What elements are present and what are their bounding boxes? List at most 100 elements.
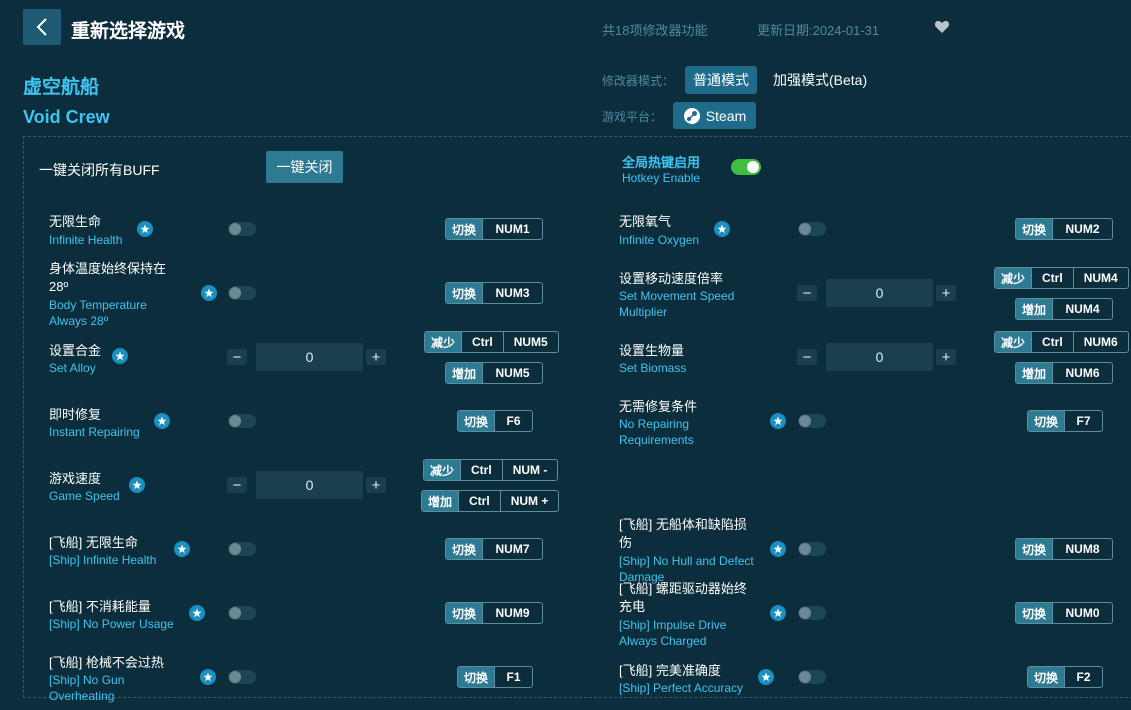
decrease-button[interactable]: − — [227, 477, 247, 494]
heart-icon[interactable] — [934, 19, 950, 35]
feature-label-cn: [飞船] 完美准确度 — [619, 663, 721, 678]
feature-label-cn: 身体温度始终保持在 — [49, 261, 167, 276]
increase-button[interactable]: + — [366, 349, 386, 366]
normal-mode-button[interactable]: 普通模式 — [685, 66, 757, 94]
hotkey-toggle-chip[interactable]: 切换 F6 — [457, 410, 534, 432]
hotkey-decrease-chip[interactable]: 减少 Ctrl NUM6 — [994, 331, 1129, 353]
feature-label-en: Infinite Oxygen — [619, 233, 700, 247]
feature-label-en: Multiplier — [619, 305, 668, 319]
star-icon[interactable] — [758, 669, 774, 685]
decrease-button[interactable]: − — [227, 349, 247, 366]
hotkey-increase-chip[interactable]: 增加 NUM4 — [1015, 298, 1114, 320]
mode-label: 修改器模式： — [602, 74, 675, 88]
key-label: F2 — [1064, 667, 1102, 687]
value-input[interactable]: 0 — [826, 279, 933, 307]
feature-label-en: Set Alloy — [49, 361, 96, 375]
increase-button[interactable]: + — [936, 285, 956, 302]
feature-label-en: Game Speed — [49, 489, 120, 503]
action-label: 切换 — [1028, 411, 1065, 431]
feature-toggle[interactable] — [798, 222, 826, 236]
feature-label-en: [Ship] Perfect Accuracy — [619, 681, 744, 695]
decrease-button[interactable]: − — [797, 349, 817, 366]
close-all-buff-button[interactable]: 一键关闭 — [266, 151, 343, 183]
action-label: 增加 — [1016, 299, 1053, 319]
feature-toggle[interactable] — [228, 606, 256, 620]
hotkey-toggle-chip[interactable]: 切换 F7 — [1027, 410, 1104, 432]
decrease-button[interactable]: − — [797, 285, 817, 302]
value-input[interactable]: 0 — [826, 343, 933, 371]
feature-label-cn: 设置生物量 — [619, 343, 685, 358]
key-label: NUM1 — [482, 219, 542, 239]
value-input[interactable]: 0 — [256, 471, 363, 499]
hotkey-toggle-chip[interactable]: 切换 NUM3 — [445, 282, 544, 304]
action-label: 减少 — [995, 332, 1032, 352]
hotkey-toggle-chip[interactable]: 切换 NUM1 — [445, 218, 544, 240]
chevron-left-icon — [36, 18, 47, 36]
hotkey-toggle-chip[interactable]: 切换 F2 — [1027, 666, 1104, 688]
key-label: NUM7 — [482, 539, 542, 559]
feature-label-en: Requirements — [619, 433, 694, 447]
close-all-buff-label: 一键关闭所有BUFF — [39, 162, 160, 178]
increase-button[interactable]: + — [936, 349, 956, 366]
steam-icon — [683, 107, 700, 124]
key-label: NUM + — [499, 491, 559, 511]
hotkey-toggle-chip[interactable]: 切换 NUM8 — [1015, 538, 1114, 560]
star-icon[interactable] — [770, 541, 786, 557]
hotkey-toggle-chip[interactable]: 切换 F1 — [457, 666, 534, 688]
feature-toggle[interactable] — [228, 414, 256, 428]
hotkey-decrease-chip[interactable]: 减少 Ctrl NUM5 — [424, 331, 559, 353]
key-label: F1 — [494, 667, 532, 687]
hotkey-enable-toggle[interactable] — [731, 159, 761, 175]
back-button[interactable] — [23, 9, 61, 45]
feature-toggle[interactable] — [228, 670, 256, 684]
action-label: 切换 — [446, 283, 483, 303]
hotkey-decrease-chip[interactable]: 减少 Ctrl NUM - — [423, 459, 559, 481]
star-icon[interactable] — [174, 541, 190, 557]
star-icon[interactable] — [129, 477, 145, 493]
hotkey-increase-chip[interactable]: 增加 NUM6 — [1015, 362, 1114, 384]
feature-toggle[interactable] — [798, 414, 826, 428]
star-icon[interactable] — [714, 221, 730, 237]
feature-label-en: Body Temperature — [49, 298, 147, 312]
hotkey-decrease-chip[interactable]: 减少 Ctrl NUM4 — [994, 267, 1129, 289]
feature-toggle[interactable] — [798, 542, 826, 556]
modifier-key-label: Ctrl — [1031, 332, 1073, 352]
feature-label-cn: 28º — [49, 279, 69, 294]
feature-toggle[interactable] — [228, 222, 256, 236]
action-label: 切换 — [1016, 219, 1053, 239]
feature-count: 共18项修改器功能 — [602, 23, 708, 38]
feature-toggle[interactable] — [228, 542, 256, 556]
hotkey-increase-chip[interactable]: 增加 Ctrl NUM + — [421, 490, 560, 512]
feature-toggle[interactable] — [798, 670, 826, 684]
star-icon[interactable] — [770, 413, 786, 429]
feature-toggle[interactable] — [798, 606, 826, 620]
star-icon[interactable] — [200, 669, 216, 685]
key-label: NUM - — [501, 460, 558, 480]
feature-label-cn: 游戏速度 — [49, 471, 102, 486]
modifier-key-label: Ctrl — [1031, 268, 1073, 288]
action-label: 切换 — [458, 667, 495, 687]
star-icon[interactable] — [112, 348, 128, 364]
enhanced-mode-button[interactable]: 加强模式(Beta) — [773, 66, 867, 94]
hotkey-toggle-chip[interactable]: 切换 NUM9 — [445, 602, 544, 624]
key-label: F7 — [1064, 411, 1102, 431]
key-label: F6 — [494, 411, 532, 431]
hotkey-increase-chip[interactable]: 增加 NUM5 — [445, 362, 544, 384]
hotkey-toggle-chip[interactable]: 切换 NUM0 — [1015, 602, 1114, 624]
hotkey-toggle-chip[interactable]: 切换 NUM7 — [445, 538, 544, 560]
increase-button[interactable]: + — [366, 477, 386, 494]
action-label: 切换 — [446, 219, 483, 239]
steam-platform-button[interactable]: Steam — [673, 102, 756, 129]
star-icon[interactable] — [137, 221, 153, 237]
star-icon[interactable] — [154, 413, 170, 429]
feature-label-en: [Ship] No Power Usage — [49, 617, 174, 631]
action-label: 切换 — [446, 539, 483, 559]
feature-toggle[interactable] — [228, 286, 256, 300]
star-icon[interactable] — [201, 285, 217, 301]
value-input[interactable]: 0 — [256, 343, 363, 371]
action-label: 减少 — [425, 332, 462, 352]
hotkey-toggle-chip[interactable]: 切换 NUM2 — [1015, 218, 1114, 240]
star-icon[interactable] — [189, 605, 205, 621]
action-label: 增加 — [1016, 363, 1053, 383]
star-icon[interactable] — [770, 605, 786, 621]
